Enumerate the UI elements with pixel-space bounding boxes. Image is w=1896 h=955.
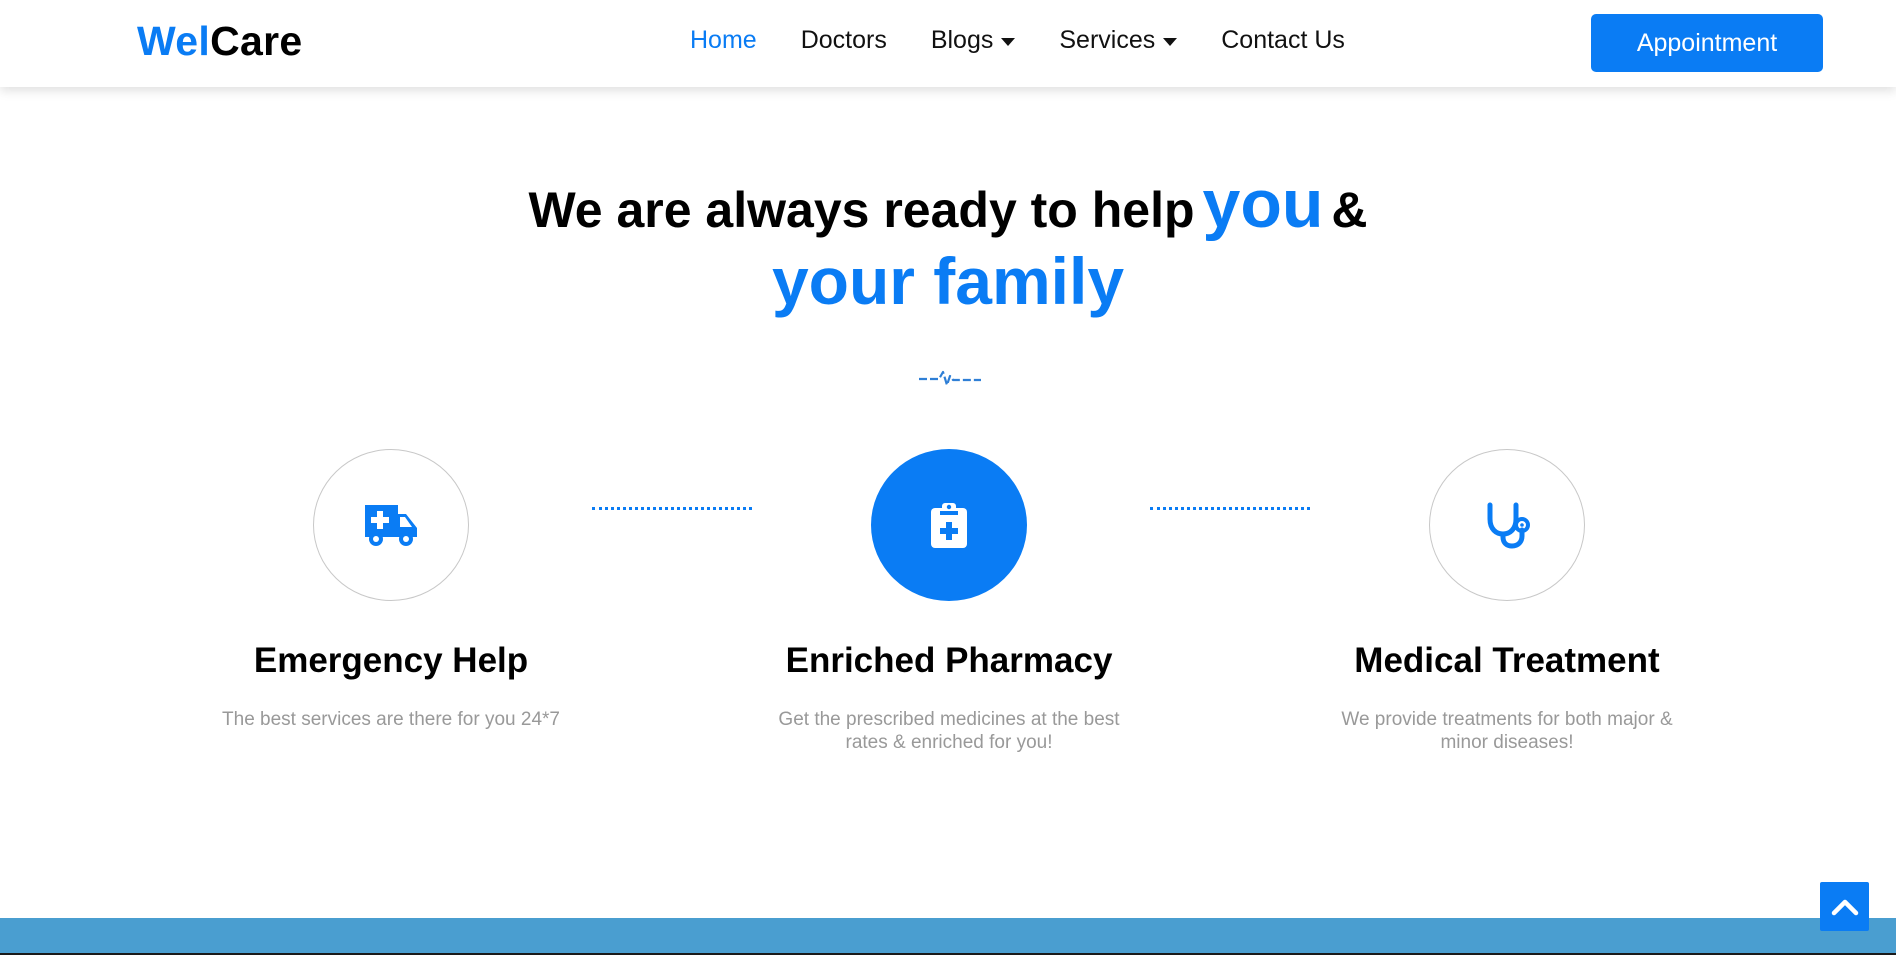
nav-item-services[interactable]: Services <box>1059 26 1178 55</box>
feature-icon-circle[interactable] <box>1429 449 1585 601</box>
heartbeat-pulse-icon <box>919 370 981 387</box>
nav-item-label: Doctors <box>800 26 887 54</box>
scroll-to-top-button[interactable] <box>1820 882 1869 931</box>
nav-item-label: Blogs <box>930 26 994 54</box>
nav-item-label: Home <box>690 26 757 54</box>
feature-enriched-pharmacy: Enriched Pharmacy Get the prescribed med… <box>749 449 1149 754</box>
feature-emergency-help: Emergency Help The best services are the… <box>191 449 591 731</box>
hero-heading-line1: We are always ready to help you & <box>0 170 1896 238</box>
nav-item-doctors[interactable]: Doctors <box>801 26 887 55</box>
hero-heading-emphasis: you <box>1202 166 1324 242</box>
feature-title: Enriched Pharmacy <box>785 641 1113 680</box>
feature-title: Medical Treatment <box>1354 641 1660 680</box>
nav-item-home[interactable]: Home <box>690 26 757 55</box>
main-nav: Home Doctors Blogs Services Contact Us <box>690 26 1389 55</box>
feature-icon-circle[interactable] <box>313 449 469 601</box>
dotted-connector <box>592 507 752 510</box>
caret-down-icon <box>1163 37 1178 46</box>
hero-heading-end: & <box>1331 182 1368 238</box>
feature-description: We provide treatments for both major & m… <box>1341 709 1673 753</box>
feature-icon-circle[interactable] <box>871 449 1027 601</box>
brand-logo[interactable]: WelCare <box>137 18 302 65</box>
stethoscope-icon <box>1487 502 1530 549</box>
navbar: WelCare Home Doctors Blogs Services Cont… <box>0 0 1896 87</box>
feature-description: Get the prescribed medicines at the best… <box>778 709 1120 753</box>
dotted-connector <box>1150 507 1310 510</box>
nav-item-label: Services <box>1059 26 1156 54</box>
brand-logo-part1: Wel <box>137 18 211 64</box>
feature-medical-treatment: Medical Treatment We provide treatments … <box>1307 449 1707 754</box>
nav-item-blogs[interactable]: Blogs <box>931 26 1016 55</box>
brand-logo-part2: Care <box>210 18 303 64</box>
chevron-up-icon <box>1831 899 1858 915</box>
hero-heading-start: We are always ready to help <box>528 182 1195 238</box>
ambulance-icon <box>365 505 417 546</box>
nav-item-contact-us[interactable]: Contact Us <box>1221 26 1345 55</box>
clipboard-medical-icon <box>931 503 967 548</box>
hero-heading: We are always ready to help you & your fam… <box>0 170 1896 314</box>
feature-title: Emergency Help <box>253 641 529 680</box>
caret-down-icon <box>1001 37 1016 46</box>
hero-heading-line2: your family <box>771 244 1125 318</box>
nav-item-label: Contact Us <box>1221 26 1345 54</box>
appointment-button[interactable]: Appointment <box>1591 14 1823 72</box>
feature-description: The best services are there for you 24*7 <box>222 709 560 730</box>
next-section-strip <box>0 918 1896 955</box>
